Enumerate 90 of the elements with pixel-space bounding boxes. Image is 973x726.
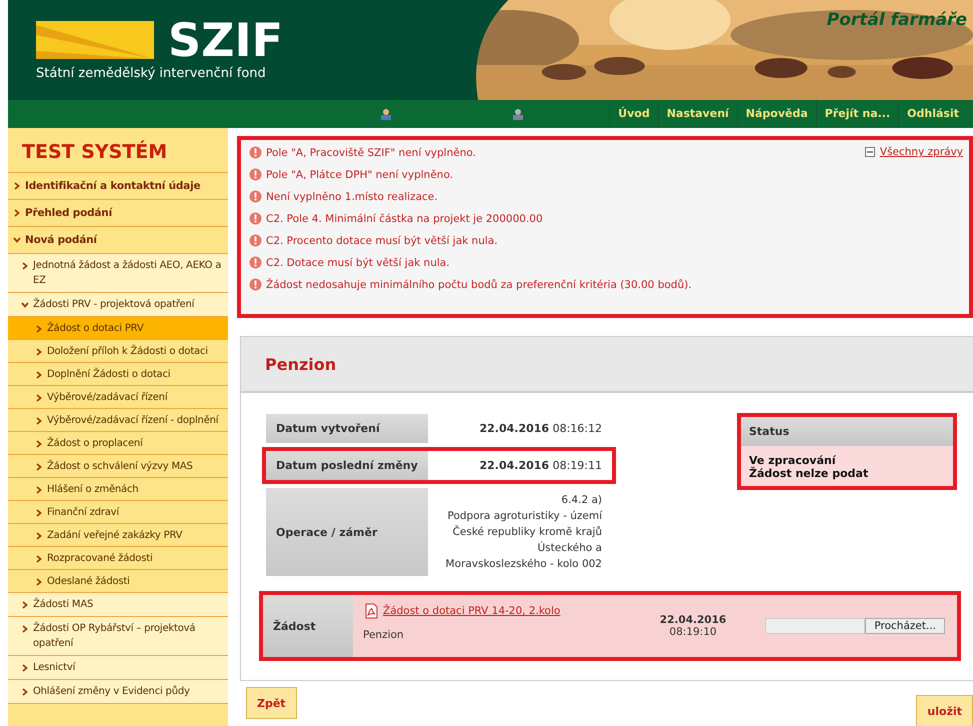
chevron-icon bbox=[36, 348, 42, 356]
document-description: Penzion bbox=[363, 629, 405, 641]
chevron-icon bbox=[36, 440, 42, 448]
operation-text: Ústeckého a bbox=[537, 540, 602, 556]
status-text: Žádost nelze podat bbox=[749, 467, 870, 480]
row-label: Datum vytvoření bbox=[266, 414, 428, 443]
error-icon bbox=[249, 278, 262, 291]
row-label: Žádost bbox=[263, 595, 353, 657]
sidebar-item[interactable]: Rozpracované žádosti bbox=[8, 547, 228, 570]
error-message: C2. Pole 4. Minimální částka na projekt je 200000.00 bbox=[266, 212, 543, 224]
chevron-icon bbox=[22, 688, 28, 696]
sidebar-item[interactable]: Lesnictví bbox=[8, 656, 228, 680]
error-message: Žádost nedosahuje minimálního počtu bodů za preferenční kritéria (30.00 bodů). bbox=[266, 278, 692, 290]
sidebar-item[interactable]: Přehled podání bbox=[8, 200, 228, 227]
error-message: C2. Dotace musí být větší jak nula. bbox=[266, 256, 450, 268]
sidebar-item[interactable]: Žádosti MAS bbox=[8, 593, 228, 617]
sidebar-item[interactable]: Doložení příloh k Žádosti o dotaci bbox=[8, 340, 228, 363]
chevron-icon bbox=[36, 324, 42, 332]
user-icon[interactable] bbox=[511, 108, 526, 120]
sidebar-item[interactable]: Hlášení o změnách bbox=[8, 478, 228, 501]
logo-text: SZIF bbox=[168, 20, 284, 60]
chevron-icon bbox=[22, 664, 28, 672]
all-messages-link[interactable]: Všechny zprávy bbox=[880, 146, 963, 158]
sidebar-item[interactable]: Žádosti PRV - projektová opatření bbox=[8, 293, 228, 317]
error-message: Pole "A, Pracoviště SZIF" není vyplněno. bbox=[266, 146, 476, 158]
sidebar-item[interactable]: Žádost o schválení výzvy MAS bbox=[8, 455, 228, 478]
chevron-icon bbox=[36, 394, 42, 402]
error-icon bbox=[249, 256, 262, 269]
chevron-icon bbox=[13, 237, 21, 243]
browse-button[interactable]: Procházet... bbox=[865, 618, 945, 634]
error-icon bbox=[249, 212, 262, 225]
sidebar-item[interactable]: Žádosti OP Rybářství – projektová opatření bbox=[8, 617, 228, 656]
sidebar-item[interactable]: Žádost o dotaci PRV bbox=[8, 317, 228, 340]
row-label: Datum poslední změny bbox=[266, 451, 428, 480]
nav-link[interactable]: Odhlásit bbox=[898, 100, 967, 128]
chevron-icon bbox=[36, 486, 42, 494]
status-header: Status bbox=[741, 417, 953, 446]
error-message: C2. Procento dotace musí být větší jak nula. bbox=[266, 234, 498, 246]
error-icon bbox=[249, 190, 262, 203]
save-button[interactable]: uložit bbox=[916, 695, 973, 726]
nav-link[interactable]: Přejít na... bbox=[816, 100, 898, 128]
chevron-icon bbox=[21, 302, 29, 308]
operation-text: Moravskoslezského - kolo 002 bbox=[446, 557, 602, 572]
status-text: Ve zpracování bbox=[749, 454, 837, 467]
back-button[interactable]: Zpět bbox=[246, 687, 297, 719]
field-logo-icon bbox=[36, 21, 154, 59]
operation-text: 6.4.2 a) bbox=[561, 493, 602, 508]
chevron-icon bbox=[36, 370, 42, 378]
pdf-icon bbox=[363, 603, 379, 619]
chevron-icon bbox=[36, 532, 42, 540]
chevron-icon bbox=[36, 508, 42, 516]
nav-link[interactable]: Úvod bbox=[609, 100, 658, 128]
sidebar-title: TEST SYSTÉM bbox=[8, 128, 228, 173]
chevron-icon bbox=[14, 209, 20, 217]
error-icon bbox=[249, 146, 262, 159]
nav-link[interactable]: Nápověda bbox=[736, 100, 816, 128]
error-message: Není vyplněno 1.místo realizace. bbox=[266, 190, 438, 202]
chevron-icon bbox=[36, 416, 42, 424]
logo-subtitle: Státní zemědělský intervenční fond bbox=[36, 66, 267, 81]
nav-link[interactable]: Nastavení bbox=[658, 100, 737, 128]
panel-title: Penzion bbox=[265, 354, 336, 374]
chevron-icon bbox=[22, 262, 28, 270]
sidebar-item[interactable]: Výběrové/zadávací řízení bbox=[8, 386, 228, 409]
error-message: Pole "A, Plátce DPH" není vyplněno. bbox=[266, 168, 454, 180]
document-link[interactable]: Žádost o dotaci PRV 14-20, 2.kolo bbox=[383, 605, 560, 617]
file-field[interactable] bbox=[765, 618, 866, 634]
collapse-icon[interactable] bbox=[864, 147, 875, 157]
sidebar-item[interactable]: Výběrové/zadávací řízení - doplnění bbox=[8, 409, 228, 432]
user-icon[interactable] bbox=[379, 108, 394, 120]
portal-title: Portál farmáře bbox=[826, 10, 967, 30]
error-icon bbox=[249, 234, 262, 247]
sidebar-item[interactable]: Žádost o proplacení bbox=[8, 432, 228, 455]
document-date: 22.04.2016 bbox=[660, 614, 726, 626]
chevron-icon bbox=[36, 578, 42, 586]
sidebar-item[interactable]: Finanční zdraví bbox=[8, 501, 228, 524]
chevron-icon bbox=[22, 601, 28, 609]
chevron-icon bbox=[22, 625, 28, 633]
chevron-icon bbox=[36, 462, 42, 470]
sidebar-item[interactable]: Ohlášení změny v Evidenci půdy bbox=[8, 680, 228, 704]
sidebar-item[interactable]: Doplnění Žádosti o dotaci bbox=[8, 363, 228, 386]
chevron-icon bbox=[14, 182, 20, 190]
sidebar-item[interactable]: Zadání veřejné zakázky PRV bbox=[8, 524, 228, 547]
document-time: 08:19:10 bbox=[669, 626, 717, 638]
error-icon bbox=[249, 168, 262, 181]
operation-text: Podpora agroturistiky - území bbox=[447, 509, 602, 524]
operation-text: České republiky kromě krajů bbox=[452, 524, 602, 540]
sidebar-item[interactable]: Jednotná žádost a žádosti AEO, AEKO a EZ bbox=[8, 254, 228, 293]
chevron-icon bbox=[36, 554, 42, 562]
sidebar-item[interactable]: Identifikační a kontaktní údaje bbox=[8, 173, 228, 200]
row-label: Operace / záměr bbox=[266, 488, 428, 576]
